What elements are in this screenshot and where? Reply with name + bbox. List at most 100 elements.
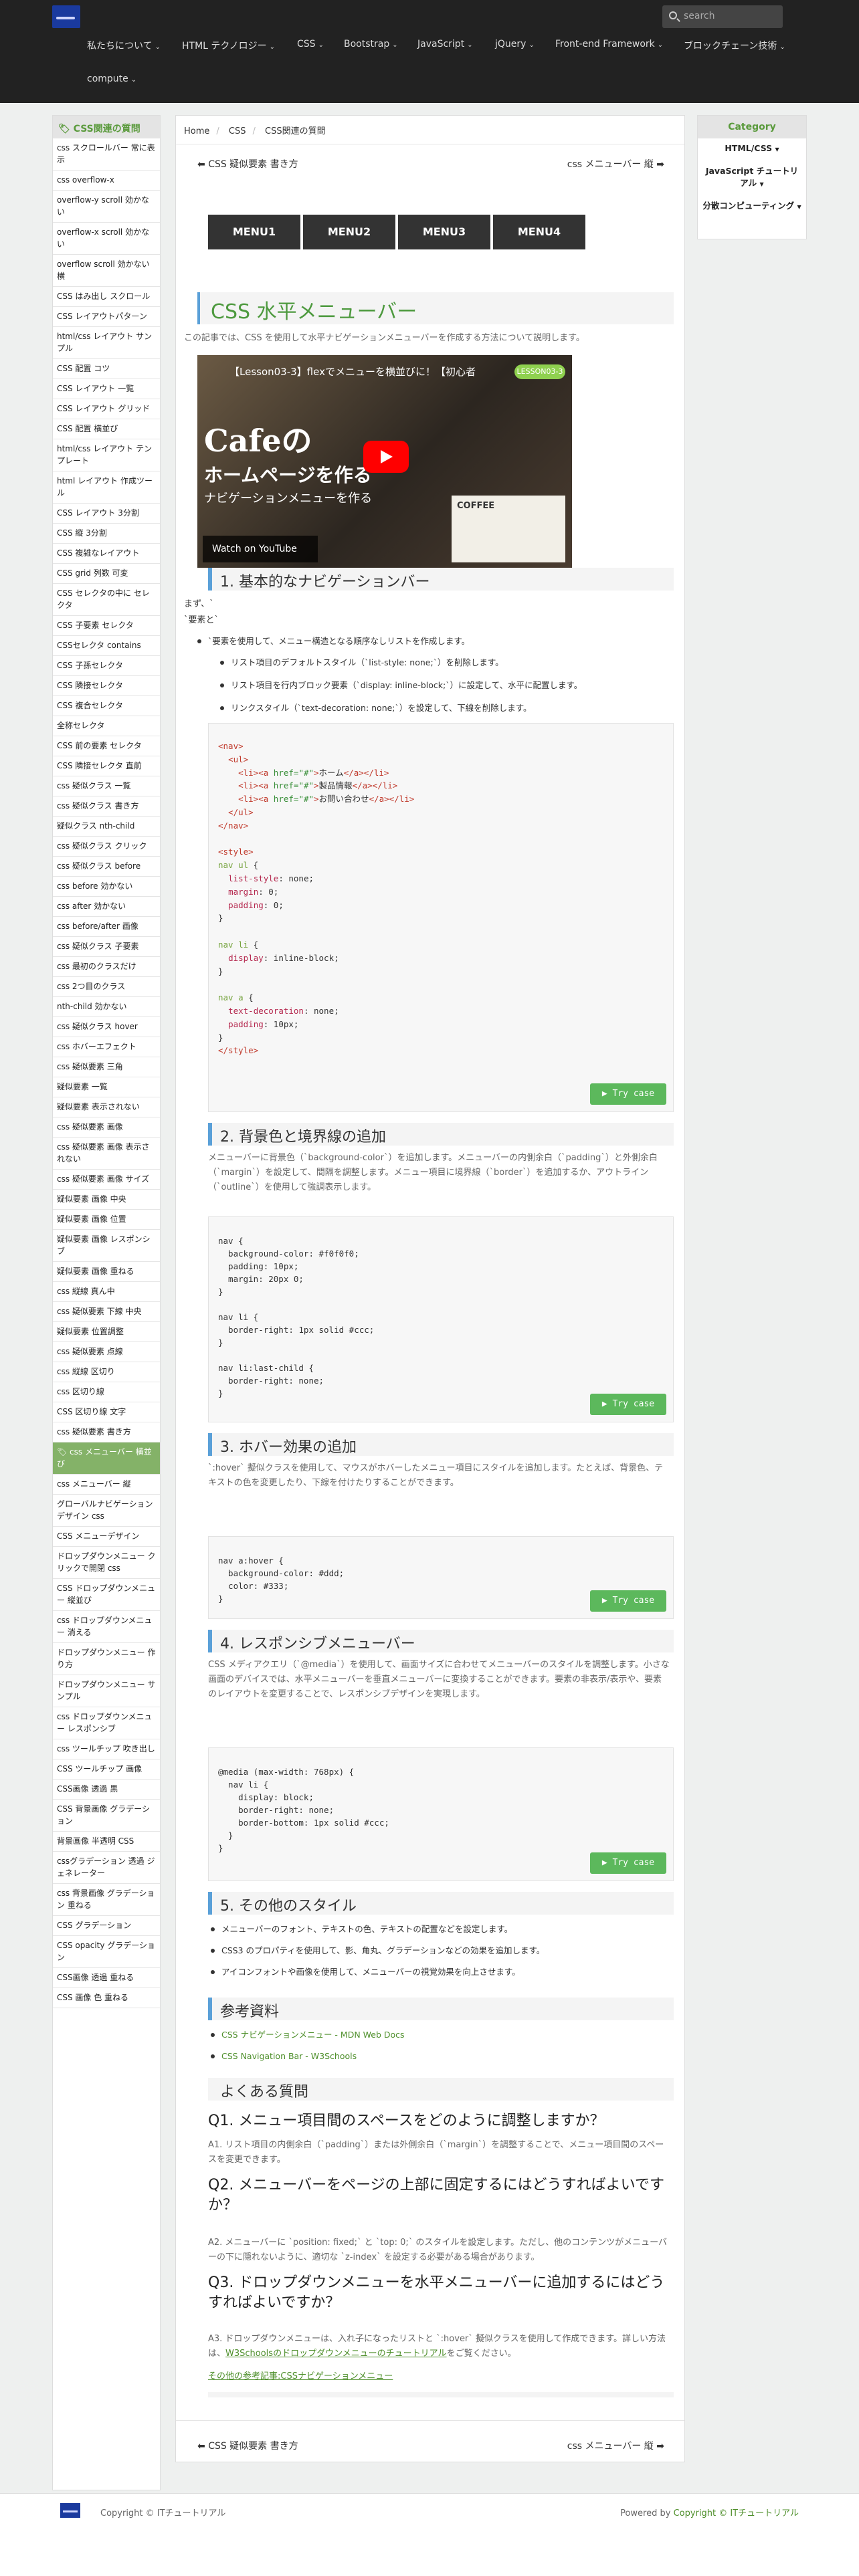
sidebar-item[interactable]: css 最初のクラスだけ [53, 957, 160, 977]
watch-on-youtube[interactable]: Watch on YouTube [203, 536, 318, 562]
category-javascript[interactable]: JavaScript チュートリアル ▼ [698, 161, 806, 196]
sidebar-item[interactable]: CSS画像 透過 黒 [53, 1780, 160, 1800]
breadcrumb-css[interactable]: CSS [229, 126, 246, 136]
sidebar-item[interactable]: CSS レイアウト 一覧 [53, 379, 160, 399]
sidebar-item[interactable]: css 疑似要素 三角 [53, 1057, 160, 1077]
prev-link[interactable]: ⬅ CSS 疑似要素 書き方 [197, 159, 298, 170]
sidebar-item[interactable]: CSS 隣接セレクタ 直前 [53, 756, 160, 776]
sidebar-item[interactable]: css 背景画像 グラデーション 重ねる [53, 1884, 160, 1916]
sidebar-item[interactable]: 🏷 css メニューバー 横並び [53, 1442, 160, 1475]
try-case-button[interactable]: ▶ Try case [590, 1083, 666, 1105]
demo-menu-item-1[interactable]: MENU1 [208, 215, 300, 249]
sidebar-item[interactable]: CSS レイアウトパターン [53, 307, 160, 327]
sidebar-item[interactable]: html レイアウト 作成ツール [53, 471, 160, 504]
sidebar-item[interactable]: css 疑似クラス before [53, 857, 160, 877]
sidebar-item[interactable]: CSS グラデーション [53, 1916, 160, 1936]
sidebar-item[interactable]: 全称セレクタ [53, 716, 160, 736]
sidebar-item[interactable]: css 疑似クラス hover [53, 1017, 160, 1037]
sidebar-item[interactable]: css ツールチップ 吹き出し [53, 1739, 160, 1759]
sidebar-item[interactable]: overflow-y scroll 効かない [53, 191, 160, 223]
sidebar-item[interactable]: nth-child 効かない [53, 997, 160, 1017]
footer-logo[interactable] [60, 2503, 80, 2518]
sidebar-item[interactable]: 疑似要素 画像 位置 [53, 1210, 160, 1230]
nav-item-frontend[interactable]: Front-end Framework ⌄ [555, 39, 663, 49]
sidebar-item[interactable]: CSS 前の要素 セレクタ [53, 736, 160, 756]
sidebar-item[interactable]: css ホバーエフェクト [53, 1037, 160, 1057]
play-icon[interactable] [363, 441, 409, 473]
sidebar-item[interactable]: CSS メニューデザイン [53, 1527, 160, 1547]
sidebar-item[interactable]: css 縦線 真ん中 [53, 1282, 160, 1302]
reference-link-mdn[interactable]: CSS ナビゲーションメニュー - MDN Web Docs [208, 2028, 670, 2042]
sidebar-item[interactable]: css 疑似要素 下線 中央 [53, 1302, 160, 1322]
next-link[interactable]: css メニューバー 縦 ➡ [567, 157, 664, 171]
sidebar-item[interactable]: css 疑似クラス 子要素 [53, 937, 160, 957]
nav-item-bootstrap[interactable]: Bootstrap ⌄ [344, 39, 398, 49]
sidebar-item[interactable]: CSS 子要素 セレクタ [53, 616, 160, 636]
sidebar-item[interactable]: CSS セレクタの中に セレクタ [53, 584, 160, 616]
sidebar-item[interactable]: css ドロップダウンメニュー 消える [53, 1611, 160, 1643]
sidebar-item[interactable]: CSS grid 列数 可変 [53, 564, 160, 584]
nav-item-html[interactable]: HTML テクノロジー ⌄ [182, 39, 275, 52]
sidebar-item[interactable]: css 疑似要素 点線 [53, 1342, 160, 1362]
sidebar-item[interactable]: css 疑似クラス 書き方 [53, 796, 160, 817]
sidebar-item[interactable]: html/css レイアウト サンプル [53, 327, 160, 359]
footer-powered-link[interactable]: Copyright © ITチュートリアル [674, 2508, 799, 2518]
sidebar-item[interactable]: css 疑似要素 画像 サイズ [53, 1170, 160, 1190]
sidebar-item[interactable]: cssグラデーション 透過 ジェネレーター [53, 1852, 160, 1884]
sidebar-item[interactable]: 疑似要素 一覧 [53, 1077, 160, 1097]
sidebar-item[interactable]: css 疑似要素 画像 表示されない [53, 1138, 160, 1170]
sidebar-item[interactable]: 疑似要素 画像 レスポンシブ [53, 1230, 160, 1262]
nav-item-blockchain[interactable]: ブロックチェーン技術 ⌄ [684, 39, 785, 52]
demo-menu-item-2[interactable]: MENU2 [303, 215, 395, 249]
youtube-video[interactable]: 【Lesson03-3】flexでメニューを横並びに！【初心者 LESSON03… [197, 355, 572, 568]
sidebar-item[interactable]: css before 効かない [53, 877, 160, 897]
sidebar-item[interactable]: overflow scroll 効かない 横 [53, 255, 160, 287]
sidebar-item[interactable]: 疑似クラス nth-child [53, 817, 160, 837]
sidebar-item[interactable]: グローバルナビゲーション デザイン css [53, 1495, 160, 1527]
search-input[interactable]: search [684, 11, 715, 21]
sidebar-item[interactable]: CSSセレクタ contains [53, 636, 160, 656]
search-box[interactable]: search [662, 5, 783, 28]
sidebar-item[interactable]: css スクロールバー 常に表示 [53, 138, 160, 171]
sidebar-item[interactable]: 疑似要素 位置調整 [53, 1322, 160, 1342]
sidebar-item[interactable]: 疑似要素 表示されない [53, 1097, 160, 1117]
try-case-button[interactable]: ▶ Try case [590, 1590, 666, 1612]
sidebar-item[interactable]: css ドロップダウンメニュー レスポンシブ [53, 1707, 160, 1739]
try-case-button[interactable]: ▶ Try case [590, 1852, 666, 1874]
prev-link[interactable]: ⬅ CSS 疑似要素 書き方 [197, 2441, 298, 2452]
sidebar-item[interactable]: CSS はみ出し スクロール [53, 287, 160, 307]
sidebar-item[interactable]: CSS 配置 横並び [53, 419, 160, 439]
nav-item-jquery[interactable]: jQuery ⌄ [495, 39, 535, 49]
sidebar-item[interactable]: css メニューバー 縦 [53, 1475, 160, 1495]
sidebar-item[interactable]: CSS 複合セレクタ [53, 696, 160, 716]
site-logo[interactable] [52, 5, 80, 28]
sidebar-item[interactable]: css before/after 画像 [53, 917, 160, 937]
nav-item-css[interactable]: CSS ⌄ [297, 39, 324, 49]
sidebar-item[interactable]: 疑似要素 画像 中央 [53, 1190, 160, 1210]
next-link[interactable]: css メニューバー 縦 ➡ [567, 2439, 664, 2452]
try-case-button[interactable]: ▶ Try case [590, 1394, 666, 1415]
nav-item-javascript[interactable]: JavaScript ⌄ [417, 39, 473, 49]
sidebar-item[interactable]: overflow-x scroll 効かない [53, 223, 160, 255]
more-articles-link[interactable]: その他の参考記事:CSSナビゲーションメニュー [208, 2369, 393, 2384]
sidebar-item[interactable]: ドロップダウンメニュー サンプル [53, 1675, 160, 1707]
category-html-css[interactable]: HTML/CSS ▼ [698, 138, 806, 161]
nav-item-about[interactable]: 私たちについて ⌄ [87, 39, 161, 52]
nav-item-compute[interactable]: compute ⌄ [87, 74, 136, 84]
sidebar-item[interactable]: CSS 隣接セレクタ [53, 676, 160, 696]
sidebar-item[interactable]: css 縦線 区切り [53, 1362, 160, 1382]
category-distributed[interactable]: 分散コンピューティング ▼ [698, 196, 806, 219]
sidebar-item[interactable]: CSS 画像 色 重ねる [53, 1988, 160, 2008]
sidebar-item[interactable]: CSS ツールチップ 画像 [53, 1759, 160, 1780]
demo-menu-item-3[interactable]: MENU3 [398, 215, 490, 249]
breadcrumb-home[interactable]: Home [184, 126, 209, 136]
sidebar-item[interactable]: css 区切り線 [53, 1382, 160, 1402]
faq-a3-link[interactable]: W3Schoolsのドロップダウンメニューのチュートリアル [225, 2349, 447, 2359]
sidebar-item[interactable]: html/css レイアウト テンプレート [53, 439, 160, 471]
sidebar-item[interactable]: CSS 複雑なレイアウト [53, 544, 160, 564]
sidebar-item[interactable]: CSS ドロップダウンメニュー 縦並び [53, 1579, 160, 1611]
sidebar-item[interactable]: CSS画像 透過 重ねる [53, 1968, 160, 1988]
sidebar-item[interactable]: 疑似要素 画像 重ねる [53, 1262, 160, 1282]
sidebar-item[interactable]: css overflow-x [53, 171, 160, 191]
sidebar-item[interactable]: CSS 子孫セレクタ [53, 656, 160, 676]
